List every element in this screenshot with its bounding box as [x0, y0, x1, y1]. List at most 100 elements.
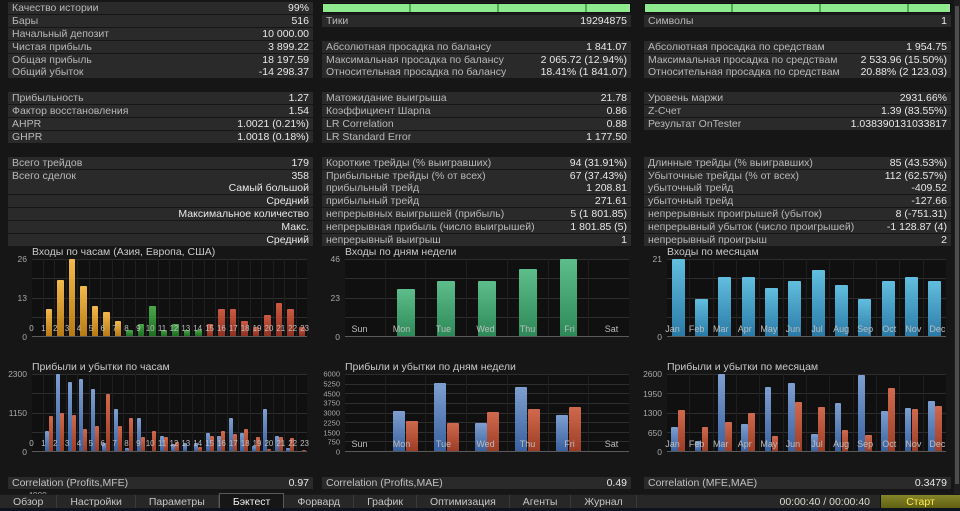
stat-value: 2 533.96 (15.50%) — [860, 53, 947, 66]
tab-agents[interactable]: Агенты — [510, 495, 572, 508]
stat-label: Прибыльные трейды (% от всех) — [326, 169, 486, 182]
x-tick-label: Jul — [811, 324, 823, 334]
correlation-label: Correlation (Profits,MAE) — [326, 477, 443, 489]
stat-value: Максимальное количество — [178, 208, 309, 221]
tab-overview[interactable]: Обзор — [0, 495, 58, 508]
stat-row: прибыльный трейд 271.61 — [322, 195, 631, 208]
correlation-profits-mae: Correlation (Profits,MAE) 0.49 — [322, 477, 631, 489]
stat-value: 1.27 — [288, 92, 309, 105]
x-tick-label: 5 — [88, 324, 94, 333]
stat-label: Z-Счет — [648, 105, 682, 118]
stat-row: Всего сделок 358 — [8, 169, 313, 182]
x-tick-label: Thu — [519, 439, 536, 449]
x-tick-label: 20 — [264, 324, 274, 333]
stats-column-left: Качество истории 99% Бары 516 Начальный депо… — [8, 2, 313, 247]
x-tick-label: 23 — [300, 439, 310, 448]
stat-label: Абсолютная просадка по средствам — [648, 40, 825, 53]
chart-pl-by-month: Прибыли и убытки по месяцам 0 650 1300 1950 2… — [635, 360, 952, 476]
stat-label: убыточный трейд — [648, 195, 734, 208]
vertical-scrollbar[interactable] — [954, 0, 960, 494]
stat-label: Символы — [648, 14, 694, 27]
x-tick-label: Aug — [833, 324, 850, 334]
stat-row: Абсолютная просадка по балансу 1 841.07 — [322, 40, 631, 53]
x-tick-label: 19 — [252, 439, 262, 448]
stat-label: прибыльный трейд — [326, 195, 420, 208]
x-tick-label: 12 — [169, 324, 179, 333]
tab-chart[interactable]: График — [354, 495, 417, 508]
stat-label: Бары — [12, 14, 39, 27]
x-tick-label: 14 — [193, 324, 203, 333]
x-tick-label: Sun — [351, 324, 368, 334]
stat-value: 67 (37.43%) — [569, 169, 627, 182]
y-tick-label: 1300 — [643, 408, 662, 418]
x-tick-label: Tue — [435, 439, 452, 449]
tab-backtest[interactable]: Бэктест — [218, 493, 285, 508]
stats-gap — [644, 28, 951, 40]
y-tick-label: 1150 — [8, 408, 27, 418]
correlation-row: Correlation (Profits,MFE) 0.97 Correlati… — [0, 477, 952, 490]
stat-row: Уровень маржи 2931.66% — [644, 92, 951, 105]
start-button[interactable]: Старт — [880, 494, 960, 509]
x-tick-label: 4 — [76, 439, 82, 448]
y-tick-label: 650 — [647, 427, 662, 438]
x-tick-label: 20 — [264, 439, 274, 448]
x-tick-label: 3 — [64, 439, 70, 448]
stat-row: Коэффициент Шарпа 0.86 — [322, 105, 631, 118]
charts-grid: Входы по часам (Азия, Европа, США) 0 13 26 0… — [0, 245, 952, 476]
x-tick-label: Jun — [785, 324, 801, 334]
x-tick-label: Aug — [833, 439, 850, 449]
x-tick-label: 8 — [124, 439, 129, 448]
stat-row: LR Standard Error 1 177.50 — [322, 130, 631, 143]
stat-label: непрерывных проигрышей (убыток) — [648, 208, 823, 221]
stat-row: Длинные трейды (% выигравших) 85 (43.53%) — [644, 156, 951, 169]
x-tick-label: Dec — [929, 439, 946, 449]
correlation-value: 0.97 — [288, 477, 309, 489]
tab-forward[interactable]: Форвард — [284, 495, 355, 508]
x-tick-label: 0 — [29, 439, 34, 448]
chart-pl-by-day: Прибыли и убытки по дням недели 0 750 1500 2… — [313, 360, 635, 476]
y-tick-label: 21 — [652, 254, 662, 264]
tab-parameters[interactable]: Параметры — [136, 495, 219, 508]
stat-value: 516 — [291, 14, 309, 27]
tab-optimization[interactable]: Оптимизация — [417, 495, 510, 508]
x-tick-label: Sat — [604, 439, 619, 449]
x-tick-label: Mon — [392, 439, 411, 449]
x-tick-label: Nov — [905, 439, 922, 449]
correlation-label: Correlation (Profits,MFE) — [12, 477, 129, 489]
stat-label: AHPR — [12, 118, 42, 131]
scrollbar-thumb[interactable] — [955, 6, 959, 484]
y-tick-label: 26 — [17, 254, 27, 264]
x-tick-label: May — [760, 324, 778, 334]
tab-label: Журнал — [584, 495, 623, 508]
stat-label: GHPR — [12, 130, 43, 143]
x-tick-label: Jan — [665, 324, 680, 334]
chart-pl-by-hour: Прибыли и убытки по часам 0 1150 2300 0 1 2 3 4 5… — [0, 360, 313, 476]
x-tick-label: 22 — [288, 324, 298, 333]
y-tick-label: 46 — [330, 254, 340, 264]
stat-value: -14 298.37 — [258, 66, 309, 79]
correlation-value: 0.3479 — [914, 477, 947, 489]
stat-row: Качество истории 99% — [8, 2, 313, 14]
y-tick-label: 4500 — [323, 389, 340, 398]
stat-value: Самый большой — [228, 182, 309, 195]
x-tick-label: 13 — [181, 439, 191, 448]
x-tick-label: 11 — [157, 439, 167, 448]
stat-row: Прибыльные трейды (% от всех) 67 (37.43%) — [322, 169, 631, 182]
stat-value: Макс. — [281, 221, 309, 234]
x-tick-label: 1 — [41, 439, 46, 448]
tab-settings[interactable]: Настройки — [57, 495, 136, 508]
stat-row: Абсолютная просадка по средствам 1 954.75 — [644, 40, 951, 53]
x-tick-label: Oct — [882, 439, 897, 449]
x-tick-label: 2 — [52, 324, 58, 333]
y-tick-label: 13 — [17, 293, 27, 303]
stat-value: Средний — [266, 195, 309, 208]
x-tick-label: Feb — [688, 324, 705, 334]
stat-row: Z-Счет 1.39 (83.55%) — [644, 105, 951, 118]
stat-value: 271.61 — [594, 195, 627, 208]
stat-row: Убыточные трейды (% от всех) 112 (62.57%) — [644, 169, 951, 182]
tab-journal[interactable]: Журнал — [571, 495, 637, 508]
stat-value: 179 — [291, 156, 309, 169]
x-tick-label: Feb — [688, 439, 705, 449]
stats-column-right: Символы 1 Абсолютная просадка по средствам… — [644, 2, 951, 247]
tab-label: Форвард — [297, 495, 341, 508]
